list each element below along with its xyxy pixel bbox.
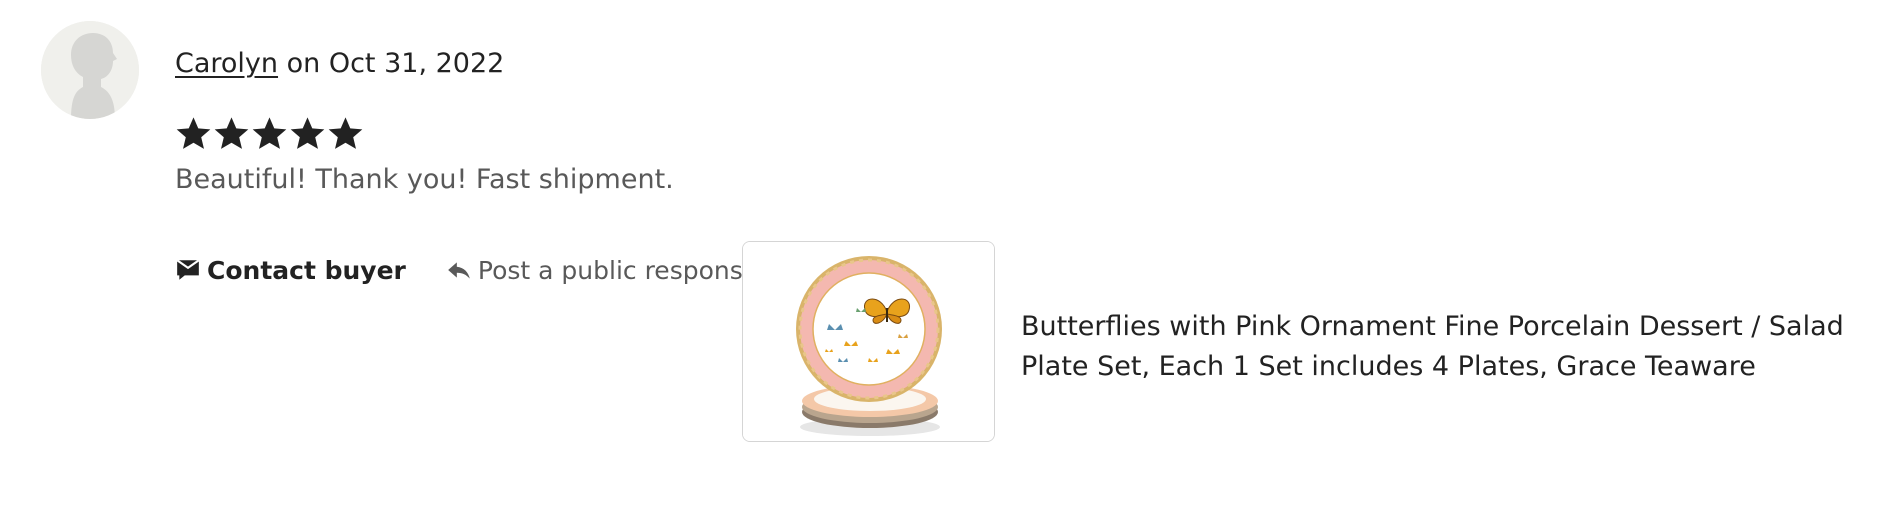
reviewer-avatar	[41, 21, 139, 119]
review-date: on Oct 31, 2022	[278, 48, 505, 79]
public-response-label: Post a public response	[477, 255, 759, 285]
product-title-link[interactable]: Butterflies with Pink Ornament Fine Porc…	[1021, 307, 1861, 387]
reply-arrow-icon	[446, 257, 472, 283]
star-icon	[327, 115, 364, 155]
product-thumbnail[interactable]	[742, 241, 995, 442]
star-icon	[251, 115, 288, 155]
star-icon	[175, 115, 212, 155]
default-avatar-icon	[41, 21, 139, 119]
star-icon	[289, 115, 326, 155]
review-header: Carolyn on Oct 31, 2022	[175, 46, 504, 82]
star-rating	[175, 115, 364, 155]
message-icon	[175, 257, 201, 283]
contact-buyer-button[interactable]: Contact buyer	[175, 256, 406, 285]
review-actions: Contact buyer Post a public response	[175, 252, 758, 288]
contact-buyer-label: Contact buyer	[207, 255, 406, 285]
reviewer-name-link[interactable]: Carolyn	[175, 48, 278, 79]
plate-set-image	[743, 242, 994, 441]
post-public-response-button[interactable]: Post a public response	[446, 256, 758, 285]
review-text: Beautiful! Thank you! Fast shipment.	[175, 164, 674, 195]
star-icon	[213, 115, 250, 155]
